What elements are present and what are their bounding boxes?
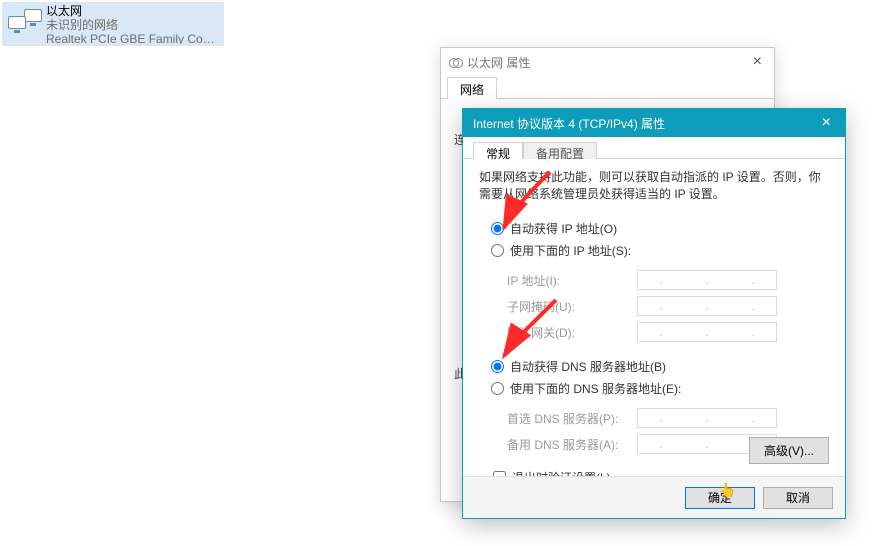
label-dns2: 备用 DNS 服务器(A): [507, 436, 637, 453]
radio-auto-dns[interactable]: 自动获得 DNS 服务器地址(B) [491, 355, 829, 377]
ipv4-description: 如果网络支持此功能，则可以获取自动指派的 IP 设置。否则，你需要从网络系统管理… [479, 169, 829, 203]
ipv4-title: Internet 协议版本 4 (TCP/IPv4) 属性 [473, 115, 665, 132]
tab-alternate[interactable]: 备用配置 [523, 142, 597, 159]
label-mask: 子网掩码(U): [507, 298, 637, 315]
ip-fields: IP 地址(I): ... 子网掩码(U): ... 默认网关(D): ... [507, 267, 829, 345]
label-dns1: 首选 DNS 服务器(P): [507, 410, 637, 427]
ethernet-tabs: 网络 [441, 76, 774, 99]
cursor-icon: 👆 [719, 482, 736, 499]
ethernet-titlebar[interactable]: 以太网 属性 × [441, 48, 774, 76]
adapter-status: 未识别的网络 [46, 18, 220, 32]
radio-manual-ip-label: 使用下面的 IP 地址(S): [510, 242, 631, 259]
input-ip[interactable]: ... [637, 270, 777, 290]
radio-auto-dns-input[interactable] [491, 360, 504, 373]
cancel-button[interactable]: 取消 [763, 487, 833, 509]
radio-auto-ip[interactable]: 自动获得 IP 地址(O) [491, 217, 829, 239]
button-bar: 确定 👆 取消 [463, 476, 845, 518]
radio-manual-ip[interactable]: 使用下面的 IP 地址(S): [491, 239, 829, 261]
ipv4-tabs: 常规 备用配置 [463, 137, 845, 159]
ok-button[interactable]: 确定 👆 [685, 487, 755, 509]
tab-general[interactable]: 常规 [473, 142, 523, 159]
adapter-text: 以太网 未识别的网络 Realtek PCIe GBE Family Contr… [46, 4, 220, 44]
cancel-button-label: 取消 [786, 489, 810, 506]
radio-manual-dns-label: 使用下面的 DNS 服务器地址(E): [510, 380, 681, 397]
input-dns1[interactable]: ... [637, 408, 777, 428]
radio-manual-ip-input[interactable] [491, 244, 504, 257]
adapter-device: Realtek PCIe GBE Family Contr... [46, 32, 220, 44]
network-adapter-item[interactable]: 以太网 未识别的网络 Realtek PCIe GBE Family Contr… [2, 2, 224, 46]
ip-radio-group: 自动获得 IP 地址(O) 使用下面的 IP 地址(S): [491, 217, 829, 261]
advanced-button[interactable]: 高级(V)... [749, 437, 829, 464]
close-button[interactable]: × [818, 114, 835, 132]
adapter-name: 以太网 [46, 4, 220, 18]
radio-manual-dns-input[interactable] [491, 382, 504, 395]
label-gateway: 默认网关(D): [507, 324, 637, 341]
link-icon [449, 55, 463, 69]
ethernet-title: 以太网 属性 [467, 54, 530, 71]
label-ip: IP 地址(I): [507, 272, 637, 289]
close-button[interactable]: × [749, 53, 766, 71]
radio-auto-dns-label: 自动获得 DNS 服务器地址(B) [510, 358, 666, 375]
ipv4-properties-window: Internet 协议版本 4 (TCP/IPv4) 属性 × 常规 备用配置 … [462, 108, 846, 519]
network-adapter-icon [6, 4, 46, 44]
dns-radio-group: 自动获得 DNS 服务器地址(B) 使用下面的 DNS 服务器地址(E): [491, 355, 829, 399]
ipv4-titlebar[interactable]: Internet 协议版本 4 (TCP/IPv4) 属性 × [463, 109, 845, 137]
input-gateway[interactable]: ... [637, 322, 777, 342]
radio-auto-ip-input[interactable] [491, 222, 504, 235]
radio-auto-ip-label: 自动获得 IP 地址(O) [510, 220, 617, 237]
input-mask[interactable]: ... [637, 296, 777, 316]
radio-manual-dns[interactable]: 使用下面的 DNS 服务器地址(E): [491, 377, 829, 399]
tab-network[interactable]: 网络 [447, 77, 497, 99]
